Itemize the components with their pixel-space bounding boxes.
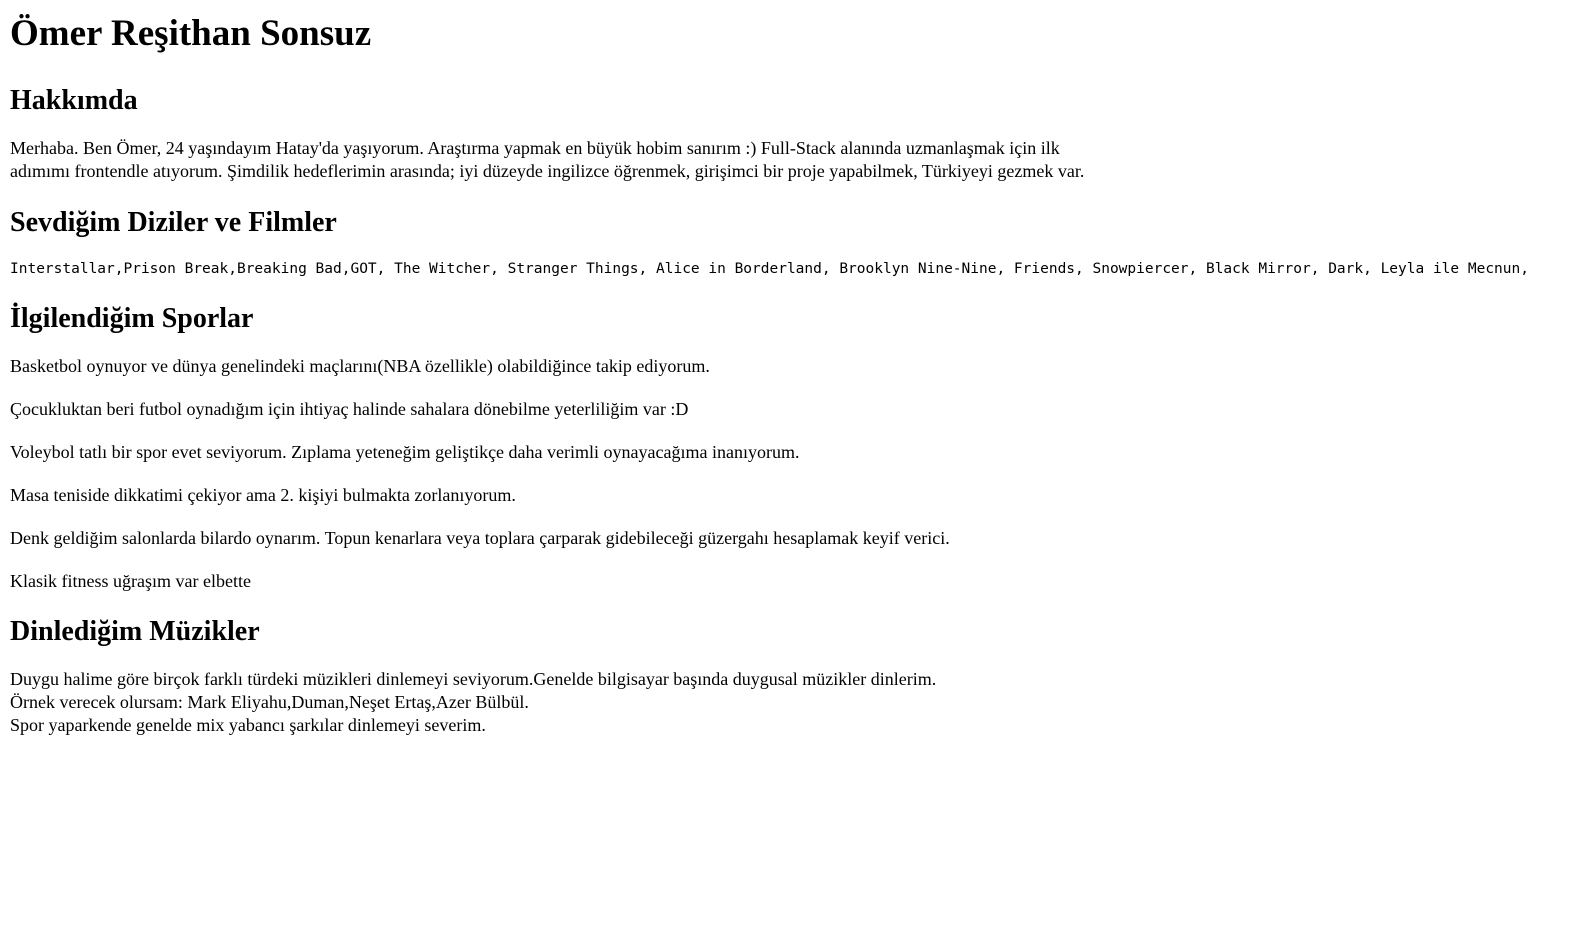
sport-item-fitness: Klasik fitness uğraşım var elbette xyxy=(10,571,251,591)
sports-heading: İlgilendiğim Sporlar xyxy=(10,303,254,334)
about-line: adımımı frontendle atıyorum. Şimdilik he… xyxy=(10,161,1085,181)
music-paragraph: Duygu halime göre birçok farklı türdeki … xyxy=(10,668,1571,737)
films-list: Interstallar,Prison Break,Breaking Bad,G… xyxy=(10,261,1529,277)
sport-item-football: Çocukluktan beri futbol oynadığım için i… xyxy=(10,399,689,419)
page-title: Ömer Reşithan Sonsuz xyxy=(10,13,372,54)
music-line: Örnek verecek olursam: Mark Eliyahu,Duma… xyxy=(10,692,529,712)
about-line: Merhaba. Ben Ömer, 24 yaşındayım Hatay'd… xyxy=(10,138,1060,158)
music-heading: Dinlediğim Müzikler xyxy=(10,616,260,647)
music-line: Duygu halime göre birçok farklı türdeki … xyxy=(10,669,937,689)
sport-item-billiards: Denk geldiğim salonlarda bilardo oynarım… xyxy=(10,528,950,548)
films-heading: Sevdiğim Diziler ve Filmler xyxy=(10,207,337,238)
about-heading: Hakkımda xyxy=(10,85,138,116)
sport-item-volleyball: Voleybol tatlı bir spor evet seviyorum. … xyxy=(10,442,800,462)
sport-item-basketball: Basketbol oynuyor ve dünya genelindeki m… xyxy=(10,356,710,376)
music-line: Spor yaparkende genelde mix yabancı şark… xyxy=(10,715,486,735)
sports-list: Basketbol oynuyor ve dünya genelindeki m… xyxy=(10,355,1571,593)
about-paragraph: Merhaba. Ben Ömer, 24 yaşındayım Hatay'd… xyxy=(10,137,1571,183)
sport-item-table-tennis: Masa teniside dikkatimi çekiyor ama 2. k… xyxy=(10,485,516,505)
